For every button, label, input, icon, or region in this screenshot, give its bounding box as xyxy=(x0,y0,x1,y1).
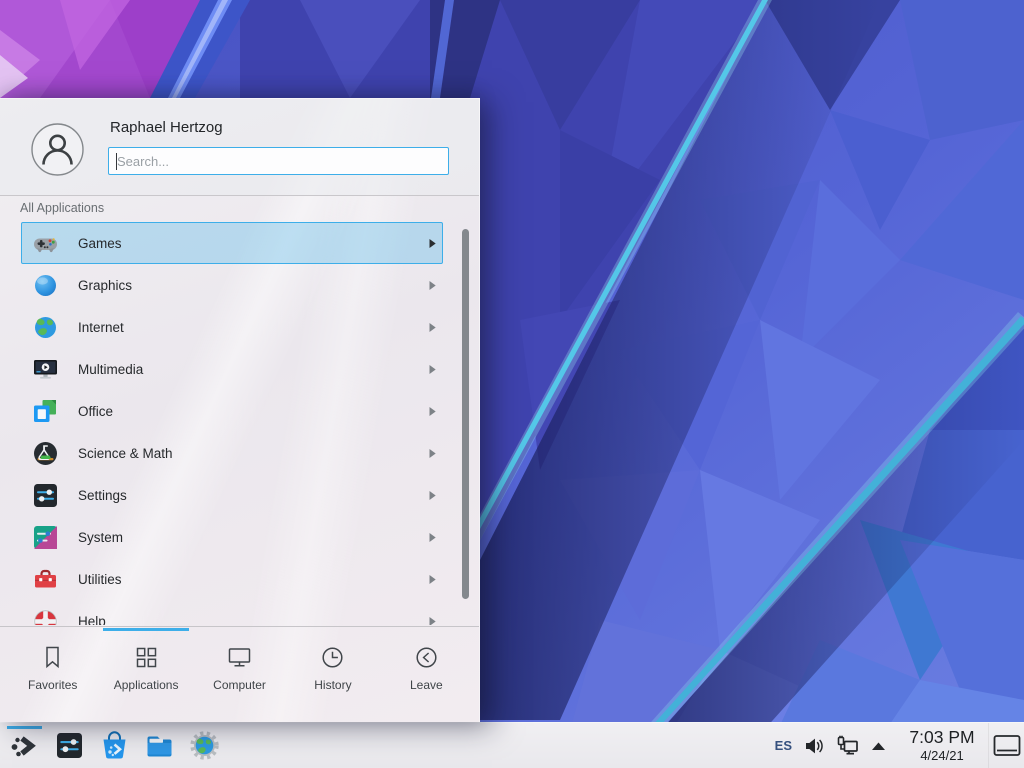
keyboard-layout-indicator[interactable]: ES xyxy=(769,738,798,753)
tab-history[interactable]: History xyxy=(286,627,379,723)
search-box[interactable] xyxy=(108,147,449,175)
file-manager-icon xyxy=(144,730,175,761)
text-caret xyxy=(116,153,117,170)
volume-icon[interactable] xyxy=(798,735,830,757)
multimedia-icon xyxy=(32,356,59,383)
app-category-label: Help xyxy=(78,614,106,626)
app-category-help[interactable]: Help xyxy=(21,600,443,625)
settings-icon xyxy=(32,482,59,509)
pinned-apps xyxy=(47,723,227,768)
science-icon xyxy=(32,440,59,467)
tab-label: History xyxy=(314,678,351,692)
submenu-arrow-icon xyxy=(428,490,442,501)
user-name: Raphael Hertzog xyxy=(110,119,223,136)
submenu-arrow-icon xyxy=(428,364,442,375)
tab-leave[interactable]: Leave xyxy=(380,627,473,723)
leave-icon xyxy=(413,644,440,671)
file-manager-button[interactable] xyxy=(137,723,182,768)
digital-clock[interactable]: 7:03 PM 4/24/21 xyxy=(900,729,984,762)
application-launcher-menu: Raphael Hertzog All Applications Games Gr… xyxy=(0,98,480,722)
tab-label: Computer xyxy=(213,678,266,692)
app-category-label: Games xyxy=(78,236,122,251)
tab-label: Favorites xyxy=(28,678,77,692)
submenu-arrow-icon xyxy=(428,238,442,249)
menu-header: Raphael Hertzog xyxy=(0,99,479,196)
section-label: All Applications xyxy=(20,201,104,215)
app-category-label: Settings xyxy=(78,488,127,503)
system-settings-button[interactable] xyxy=(47,723,92,768)
app-category-system[interactable]: System xyxy=(21,516,443,558)
scrollbar-thumb[interactable] xyxy=(462,229,469,599)
utilities-icon xyxy=(32,566,59,593)
app-category-settings[interactable]: Settings xyxy=(21,474,443,516)
internet-icon xyxy=(32,314,59,341)
tab-label: Applications xyxy=(114,678,179,692)
history-icon xyxy=(319,644,346,671)
app-category-label: Internet xyxy=(78,320,124,335)
app-category-graphics[interactable]: Graphics xyxy=(21,264,443,306)
taskbar: ES 7:03 PM 4/24/21 xyxy=(0,722,1024,768)
tab-label: Leave xyxy=(410,678,443,692)
games-icon xyxy=(32,230,59,257)
show-desktop-icon xyxy=(993,734,1021,758)
submenu-arrow-icon xyxy=(428,322,442,333)
expand-tray-icon[interactable] xyxy=(865,740,892,752)
submenu-arrow-icon xyxy=(428,616,442,626)
web-browser-icon xyxy=(189,730,220,761)
app-category-label: Utilities xyxy=(78,572,122,587)
computer-icon xyxy=(226,644,253,671)
app-category-science-math[interactable]: Science & Math xyxy=(21,432,443,474)
app-category-label: Graphics xyxy=(78,278,132,293)
user-avatar-icon[interactable] xyxy=(31,123,84,176)
app-category-label: Office xyxy=(78,404,113,419)
clock-time: 7:03 PM xyxy=(900,729,984,747)
application-launcher-button[interactable] xyxy=(2,723,47,768)
app-category-list: Games Graphics Internet Multimedia Office Sci… xyxy=(0,222,479,625)
search-input[interactable] xyxy=(109,148,448,174)
discover-icon xyxy=(99,730,130,761)
network-icon[interactable] xyxy=(830,734,865,758)
menu-tab-bar: Favorites Applications Computer History Leav… xyxy=(0,626,479,723)
system-icon xyxy=(32,524,59,551)
app-category-label: System xyxy=(78,530,123,545)
tab-applications[interactable]: Applications xyxy=(99,627,192,723)
submenu-arrow-icon xyxy=(428,574,442,585)
app-category-office[interactable]: Office xyxy=(21,390,443,432)
show-desktop-button[interactable] xyxy=(988,723,1024,768)
app-category-label: Science & Math xyxy=(78,446,173,461)
discover-button[interactable] xyxy=(92,723,137,768)
submenu-arrow-icon xyxy=(428,532,442,543)
web-browser-button[interactable] xyxy=(182,723,227,768)
tab-computer[interactable]: Computer xyxy=(193,627,286,723)
app-category-utilities[interactable]: Utilities xyxy=(21,558,443,600)
office-icon xyxy=(32,398,59,425)
submenu-arrow-icon xyxy=(428,280,442,291)
app-category-multimedia[interactable]: Multimedia xyxy=(21,348,443,390)
submenu-arrow-icon xyxy=(428,448,442,459)
tab-favorites[interactable]: Favorites xyxy=(6,627,99,723)
help-icon xyxy=(32,608,59,626)
launcher-icon xyxy=(9,730,40,761)
submenu-arrow-icon xyxy=(428,406,442,417)
system-tray: ES 7:03 PM 4/24/21 xyxy=(769,723,1024,768)
favorites-icon xyxy=(39,644,66,671)
app-category-internet[interactable]: Internet xyxy=(21,306,443,348)
app-category-games[interactable]: Games xyxy=(21,222,443,264)
app-category-label: Multimedia xyxy=(78,362,143,377)
clock-date: 4/24/21 xyxy=(900,749,984,762)
applications-icon xyxy=(133,644,160,671)
desktop: Raphael Hertzog All Applications Games Gr… xyxy=(0,0,1024,768)
system-settings-icon xyxy=(54,730,85,761)
graphics-icon xyxy=(32,272,59,299)
